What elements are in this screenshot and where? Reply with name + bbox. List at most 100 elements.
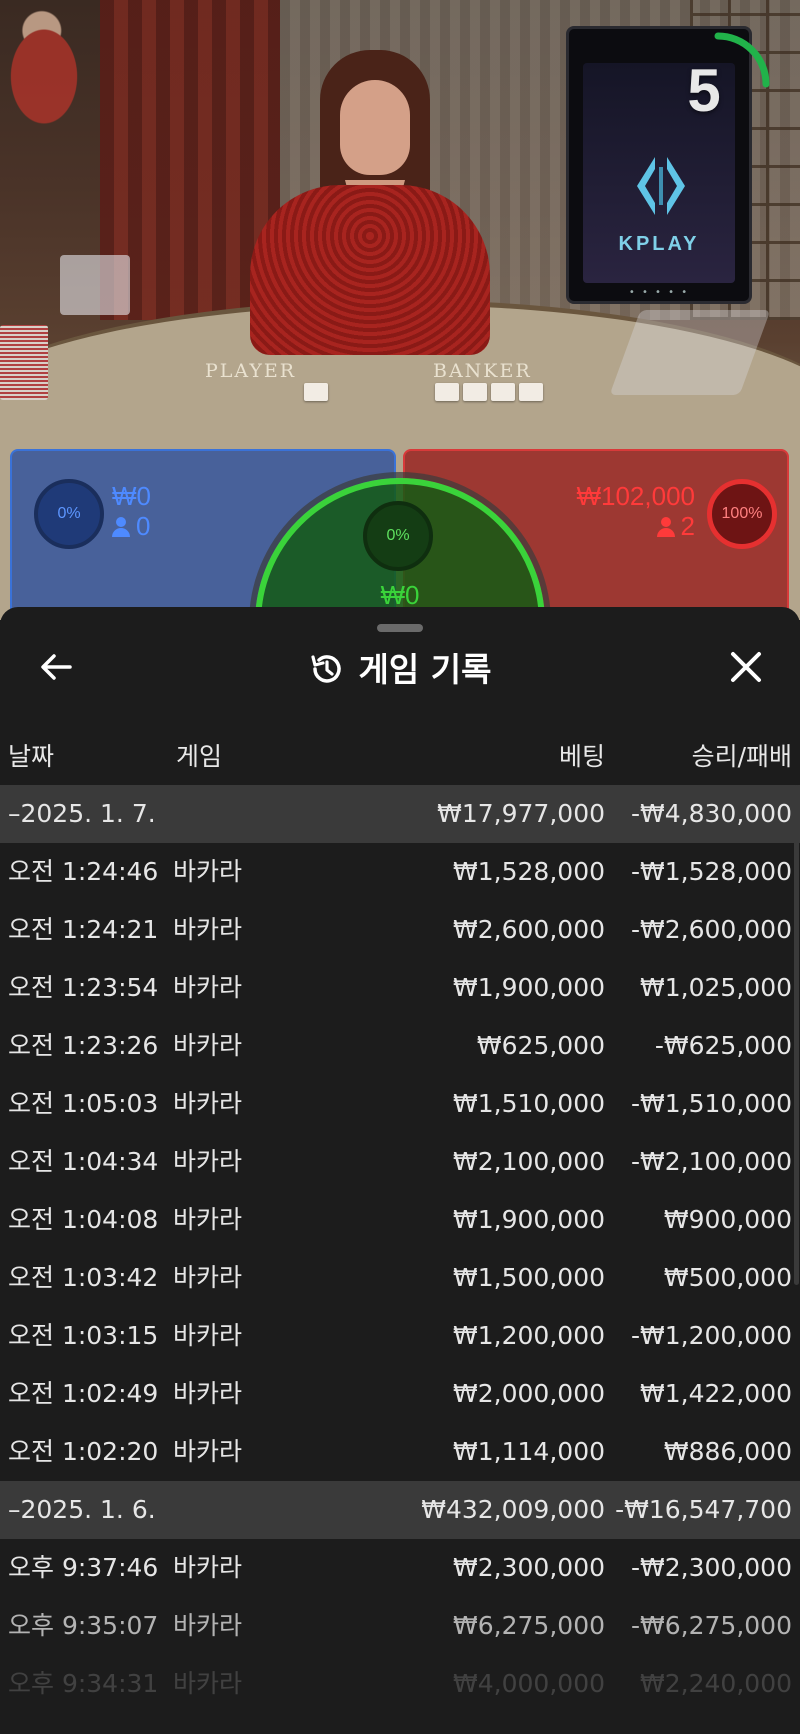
row-time: 오전 1:05:03 xyxy=(8,1089,159,1118)
row-result: -₩6,275,000 xyxy=(631,1611,792,1640)
history-list: –2025. 1. 7. ₩17,977,000 -₩4,830,000 오전 1:2… xyxy=(0,785,800,1713)
player-cards xyxy=(304,383,328,401)
date-group-row[interactable]: –2025. 1. 6. ₩432,009,000 -₩16,547,700 xyxy=(0,1481,800,1539)
row-bet: ₩2,100,000 xyxy=(453,1147,605,1176)
banker-percent: 100% xyxy=(707,479,777,549)
history-row[interactable]: 오전 1:04:08 바카라 ₩1,900,000 ₩900,000 xyxy=(0,1191,800,1249)
sheet-drag-handle[interactable] xyxy=(377,624,423,632)
history-row[interactable]: 오전 1:05:03 바카라 ₩1,510,000 -₩1,510,000 xyxy=(0,1075,800,1133)
row-result: ₩1,025,000 xyxy=(640,973,792,1002)
column-header-result[interactable]: 승리/패배 xyxy=(692,737,792,773)
tie-percent: 0% xyxy=(363,501,433,571)
monitor-page-dots: • • • • • xyxy=(628,287,690,298)
history-row[interactable]: 오전 1:04:34 바카라 ₩2,100,000 -₩2,100,000 xyxy=(0,1133,800,1191)
history-row[interactable]: 오후 9:37:46 바카라 ₩2,300,000 -₩2,300,000 xyxy=(0,1539,800,1597)
row-time: 오후 9:35:07 xyxy=(8,1611,159,1640)
row-time: 오전 1:03:15 xyxy=(8,1321,159,1350)
row-bet: ₩625,000 xyxy=(476,1031,605,1060)
row-result: -₩1,528,000 xyxy=(631,857,792,886)
row-game: 바카라 xyxy=(173,1147,243,1176)
history-row[interactable]: 오전 1:02:20 바카라 ₩1,114,000 ₩886,000 xyxy=(0,1423,800,1481)
row-game: 바카라 xyxy=(173,1205,243,1234)
row-time: 오전 1:23:54 xyxy=(8,973,159,1002)
row-result: ₩1,422,000 xyxy=(640,1379,792,1408)
history-row[interactable]: 오전 1:24:21 바카라 ₩2,600,000 -₩2,600,000 xyxy=(0,901,800,959)
live-video: PLAYER BANKER KPLAY • • • • • 5 0% ₩0 0 xyxy=(0,0,800,620)
row-game: 바카라 xyxy=(173,1553,243,1582)
row-result: ₩2,240,000 xyxy=(640,1669,792,1698)
group-date: –2025. 1. 6. xyxy=(8,1495,156,1524)
row-game: 바카라 xyxy=(173,1669,243,1698)
history-row[interactable]: 오전 1:03:15 바카라 ₩1,200,000 -₩1,200,000 xyxy=(0,1307,800,1365)
row-game: 바카라 xyxy=(173,1263,243,1292)
group-total-bet: ₩432,009,000 xyxy=(421,1495,605,1524)
scrollbar[interactable] xyxy=(794,785,799,1285)
history-row[interactable]: 오전 1:23:54 바카라 ₩1,900,000 ₩1,025,000 xyxy=(0,959,800,1017)
row-bet: ₩1,528,000 xyxy=(453,857,605,886)
row-game: 바카라 xyxy=(173,1031,243,1060)
column-header-date[interactable]: 날짜 xyxy=(8,737,54,773)
person-icon xyxy=(112,517,130,537)
row-bet: ₩6,275,000 xyxy=(453,1611,605,1640)
row-time: 오전 1:24:46 xyxy=(8,857,159,886)
person-icon xyxy=(656,517,675,537)
history-row[interactable]: 오전 1:23:26 바카라 ₩625,000 -₩625,000 xyxy=(0,1017,800,1075)
row-time: 오후 9:37:46 xyxy=(8,1553,159,1582)
row-result: -₩2,600,000 xyxy=(631,915,792,944)
banker-bettor-count: 2 xyxy=(680,511,695,541)
player-percent: 0% xyxy=(34,479,104,549)
history-row[interactable]: 오전 1:03:42 바카라 ₩1,500,000 ₩500,000 xyxy=(0,1249,800,1307)
card-deck xyxy=(0,325,48,400)
banker-bet-amount: ₩102,000 xyxy=(576,481,695,511)
row-time: 오전 1:23:26 xyxy=(8,1031,159,1060)
row-time: 오전 1:02:49 xyxy=(8,1379,159,1408)
row-bet: ₩1,900,000 xyxy=(453,1205,605,1234)
row-bet: ₩1,200,000 xyxy=(453,1321,605,1350)
row-time: 오전 1:24:21 xyxy=(8,915,159,944)
close-icon[interactable] xyxy=(726,647,766,687)
banker-cards xyxy=(435,383,543,401)
row-time: 오전 1:04:34 xyxy=(8,1147,159,1176)
row-game: 바카라 xyxy=(173,1437,243,1466)
row-result: -₩1,510,000 xyxy=(631,1089,792,1118)
row-time: 오전 1:03:42 xyxy=(8,1263,159,1292)
player-bettor-count: 0 xyxy=(136,511,151,541)
page-title: 게임 기록 xyxy=(358,650,492,689)
group-total-result: -₩4,830,000 xyxy=(631,799,792,828)
countdown-timer: 5 xyxy=(687,57,721,124)
kplay-brand: KPLAY xyxy=(618,233,700,255)
row-game: 바카라 xyxy=(173,1089,243,1118)
row-bet: ₩1,510,000 xyxy=(453,1089,605,1118)
history-row[interactable]: 오후 9:34:31 바카라 ₩4,000,000 ₩2,240,000 xyxy=(0,1655,800,1713)
row-result: -₩625,000 xyxy=(654,1031,792,1060)
row-game: 바카라 xyxy=(173,1611,243,1640)
player-bet-amount: ₩0 xyxy=(112,481,151,511)
discard-tray xyxy=(60,255,130,315)
row-game: 바카라 xyxy=(173,1321,243,1350)
history-row[interactable]: 오전 1:24:46 바카라 ₩1,528,000 -₩1,528,000 xyxy=(0,843,800,901)
row-time: 오전 1:02:20 xyxy=(8,1437,159,1466)
row-game: 바카라 xyxy=(173,857,243,886)
history-row[interactable]: 오전 1:02:49 바카라 ₩2,000,000 ₩1,422,000 xyxy=(0,1365,800,1423)
row-time: 오전 1:04:08 xyxy=(8,1205,159,1234)
column-header-bet[interactable]: 베팅 xyxy=(559,737,605,773)
game-history-sheet: 게임 기록 날짜 게임 베팅 승리/패배 –2025. 1. 7. ₩17,977… xyxy=(0,607,800,1734)
group-total-bet: ₩17,977,000 xyxy=(437,799,605,828)
group-date: –2025. 1. 7. xyxy=(8,799,156,828)
row-result: -₩2,100,000 xyxy=(631,1147,792,1176)
row-game: 바카라 xyxy=(173,1379,243,1408)
column-header-game[interactable]: 게임 xyxy=(176,737,222,773)
dealer xyxy=(225,50,505,370)
row-bet: ₩2,600,000 xyxy=(453,915,605,944)
row-bet: ₩1,900,000 xyxy=(453,973,605,1002)
row-result: ₩900,000 xyxy=(663,1205,792,1234)
row-game: 바카라 xyxy=(173,915,243,944)
banker-bettor-count-row: 2 xyxy=(576,511,695,541)
date-group-row[interactable]: –2025. 1. 7. ₩17,977,000 -₩4,830,000 xyxy=(0,785,800,843)
banker-bet-info: ₩102,000 2 xyxy=(576,481,695,541)
history-row[interactable]: 오후 9:35:07 바카라 ₩6,275,000 -₩6,275,000 xyxy=(0,1597,800,1655)
row-result: -₩2,300,000 xyxy=(631,1553,792,1582)
kplay-logo-icon xyxy=(637,157,685,215)
history-icon xyxy=(310,655,341,683)
row-game: 바카라 xyxy=(173,973,243,1002)
